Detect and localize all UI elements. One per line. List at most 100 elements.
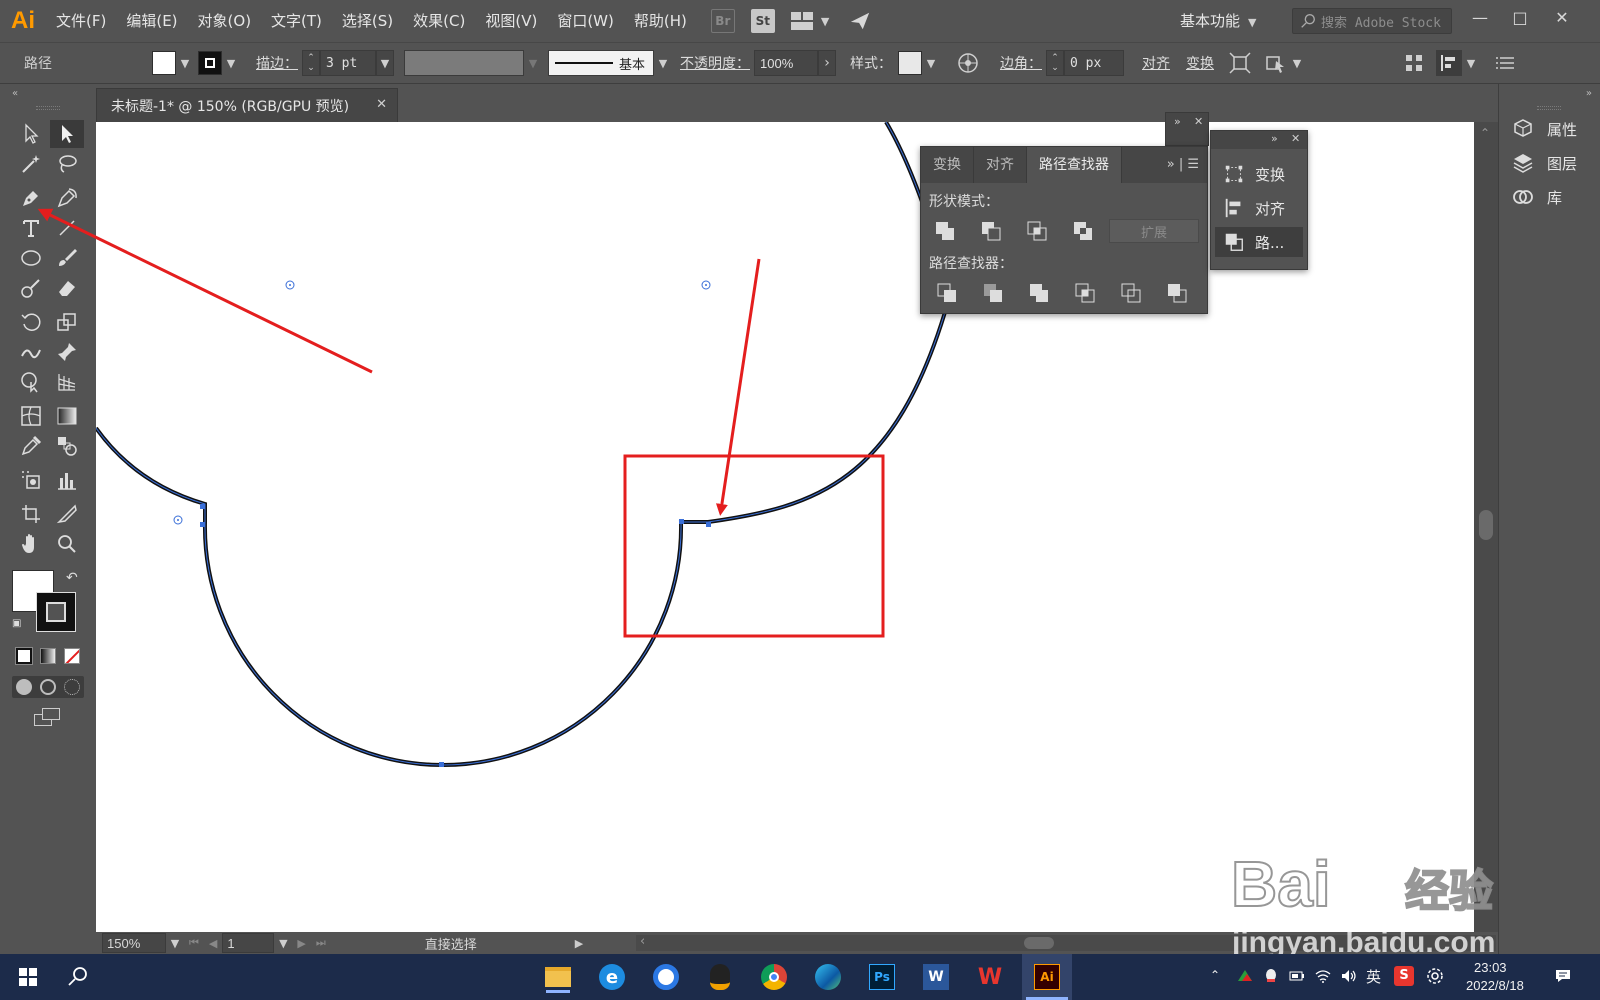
dock-item-properties[interactable]: 属性 (1511, 114, 1577, 144)
mesh-tool[interactable] (14, 402, 48, 430)
perspective-grid-tool[interactable] (50, 368, 84, 396)
wps-icon[interactable]: W (974, 961, 1006, 993)
direct-selection-tool[interactable] (50, 120, 84, 148)
vertical-scrollbar[interactable]: ⌃ (1474, 122, 1498, 932)
select-similar-icon[interactable] (1264, 51, 1288, 75)
chrome-icon[interactable] (758, 961, 790, 993)
puppet-warp-tool[interactable] (50, 338, 84, 366)
opacity-label[interactable]: 不透明度： (680, 53, 750, 73)
minus-back-icon[interactable] (1165, 281, 1189, 305)
illustrator-taskbar-icon[interactable]: Ai (1022, 954, 1072, 1000)
ime-indicator[interactable]: 英 (1366, 966, 1381, 987)
clock-time[interactable]: 23:03 (1474, 960, 1507, 975)
panel-grip[interactable] (1537, 106, 1561, 110)
variable-width-profile[interactable] (404, 50, 524, 76)
panel-grip[interactable] (36, 106, 60, 110)
fill-swatch[interactable] (152, 51, 176, 75)
isolate-selection-icon[interactable] (1228, 51, 1252, 75)
chevron-down-icon[interactable]: ▼ (274, 930, 292, 956)
graphic-style-swatch[interactable] (898, 51, 922, 75)
brush-definition[interactable]: 基本 (548, 50, 654, 76)
crop-icon[interactable] (1073, 281, 1097, 305)
windows-start-icon[interactable] (12, 961, 44, 993)
wifi-icon[interactable] (1314, 967, 1332, 985)
document-setup-icon[interactable] (1402, 51, 1426, 75)
status-menu-icon[interactable]: ▶ (575, 937, 583, 950)
gradient-mode-icon[interactable] (40, 648, 56, 664)
scroll-left-icon[interactable]: ‹ (640, 934, 645, 949)
clock-date[interactable]: 2022/8/18 (1466, 978, 1524, 993)
anchor-point[interactable] (679, 519, 684, 524)
chevron-down-icon[interactable]: ▼ (922, 50, 940, 76)
magic-wand-tool[interactable] (14, 150, 48, 178)
unite-icon[interactable] (933, 219, 957, 243)
word-icon[interactable]: W (920, 961, 952, 993)
panel-item-transform[interactable]: 变换 (1215, 159, 1303, 189)
sogou-ime-icon[interactable]: S (1394, 966, 1414, 986)
close-icon[interactable]: ✕ (1542, 4, 1582, 30)
chevron-down-icon[interactable]: ▼ (524, 50, 542, 76)
paper-plane-icon[interactable] (849, 10, 871, 32)
ellipse-tool[interactable] (14, 244, 48, 272)
last-artboard-icon[interactable]: ⏭ (316, 936, 326, 950)
panel-header[interactable]: » ✕ (1211, 131, 1307, 149)
menu-window[interactable]: 窗口(W) (547, 0, 624, 42)
lasso-tool[interactable] (50, 150, 84, 178)
symbol-sprayer-tool[interactable] (14, 466, 48, 494)
tab-transform[interactable]: 变换 (921, 147, 974, 183)
chevron-down-icon[interactable]: ▼ (176, 50, 194, 76)
tab-align[interactable]: 对齐 (974, 147, 1027, 183)
stroke-stepper[interactable]: ⌃ ⌄ (302, 50, 320, 76)
divide-icon[interactable] (935, 281, 959, 305)
notification-icon[interactable] (1554, 967, 1572, 985)
qq-icon[interactable] (704, 961, 736, 993)
close-icon[interactable]: ✕ (1291, 132, 1300, 145)
chevron-down-icon[interactable]: ▼ (166, 930, 184, 956)
close-icon[interactable]: ✕ (376, 97, 387, 112)
ie-browser-icon[interactable]: e (596, 961, 628, 993)
menu-effect[interactable]: 效果(C) (403, 0, 475, 42)
chevron-down-icon[interactable]: ▼ (821, 15, 829, 28)
eraser-tool[interactable] (50, 274, 84, 302)
chevron-down-icon[interactable]: ▼ (376, 50, 394, 76)
shape-builder-tool[interactable] (14, 368, 48, 396)
chevron-down-icon[interactable]: ▼ (1462, 50, 1480, 76)
paintbrush-tool[interactable] (50, 244, 84, 272)
column-graph-tool[interactable] (50, 466, 84, 494)
next-artboard-icon[interactable]: ▶ (297, 937, 305, 950)
minus-front-icon[interactable] (979, 219, 1003, 243)
hand-tool[interactable] (14, 530, 48, 558)
menu-edit[interactable]: 编辑(E) (116, 0, 187, 42)
scrollbar-thumb[interactable] (1479, 510, 1493, 540)
line-segment-tool[interactable] (50, 214, 84, 242)
edge-icon[interactable] (812, 961, 844, 993)
volume-icon[interactable] (1340, 967, 1358, 985)
screen-mode-icon[interactable] (34, 708, 62, 728)
gradient-tool[interactable] (50, 402, 84, 430)
chevron-down-icon[interactable]: ▼ (1288, 50, 1306, 76)
curvature-tool[interactable] (50, 184, 84, 212)
corner-label[interactable]: 边角： (1000, 53, 1042, 73)
align-link[interactable]: 对齐 (1142, 53, 1170, 73)
draw-normal-icon[interactable] (16, 679, 32, 695)
trim-icon[interactable] (981, 281, 1005, 305)
prev-artboard-icon[interactable]: ◀ (209, 937, 217, 950)
color-mode-icon[interactable] (15, 647, 33, 665)
pen-tool[interactable] (14, 184, 48, 212)
blend-tool[interactable] (50, 432, 84, 460)
tray-overflow-icon[interactable]: ⌃ (1210, 968, 1220, 982)
stroke-weight-input[interactable]: 3 pt (320, 50, 376, 76)
scroll-up-icon[interactable]: ⌃ (1480, 126, 1490, 140)
rotate-tool[interactable] (14, 308, 48, 336)
compound-shape-path[interactable] (96, 122, 950, 768)
draw-inside-icon[interactable] (64, 679, 80, 695)
chevron-down-icon[interactable]: ▼ (222, 50, 240, 76)
collapse-panel-icon[interactable]: » (1586, 88, 1592, 99)
gear-icon[interactable] (1426, 967, 1444, 985)
anchor-point[interactable] (200, 522, 205, 527)
expand-panel-icon[interactable]: » (1271, 132, 1278, 145)
zoom-tool[interactable] (50, 530, 84, 558)
minimize-icon[interactable]: — (1460, 4, 1500, 30)
anchor-point[interactable] (200, 504, 205, 509)
eyedropper-tool[interactable] (14, 432, 48, 460)
